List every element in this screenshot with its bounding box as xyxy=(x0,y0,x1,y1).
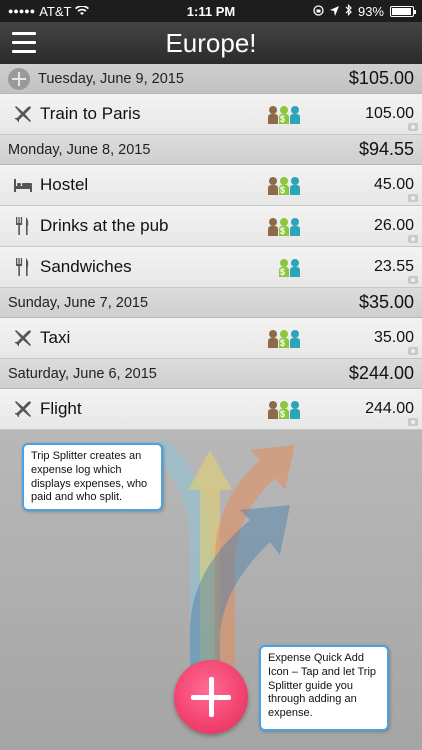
day-header: Tuesday, June 9, 2015 $105.00 xyxy=(0,64,422,94)
menu-icon[interactable] xyxy=(12,32,36,53)
airplane-icon xyxy=(12,103,34,125)
battery-percent: 93% xyxy=(357,3,384,19)
trip-title: Europe! xyxy=(165,27,257,58)
expense-name: Taxi xyxy=(40,328,71,347)
fork-knife-icon xyxy=(12,215,34,237)
camera-icon[interactable] xyxy=(408,347,418,355)
expense-name: Hostel xyxy=(40,175,89,194)
expense-row[interactable]: Train to Paris 105.00 xyxy=(0,94,422,135)
day-header: Sunday, June 7, 2015 $35.00 xyxy=(0,288,422,318)
day-total: $94.55 xyxy=(358,139,414,159)
status-time: 1:11 PM xyxy=(186,3,236,19)
expense-row[interactable]: Flight 244.00 xyxy=(0,389,422,430)
airplane-icon xyxy=(12,327,34,349)
expense-amount: 23.55 xyxy=(373,258,414,275)
add-expense-button[interactable] xyxy=(174,660,248,734)
expense-row[interactable]: Sandwiches 23.55 xyxy=(0,247,422,288)
expense-log-callout: Trip Splitter creates an expense log whi… xyxy=(22,443,163,511)
expense-row[interactable]: Drinks at the pub 26.00 xyxy=(0,206,422,247)
day-total: $35.00 xyxy=(358,292,414,312)
expense-log: Tuesday, June 9, 2015 $105.00 Train to Par… xyxy=(0,64,422,430)
day-date: Saturday, June 6, 2015 xyxy=(8,365,157,382)
expense-row[interactable]: Taxi 35.00 xyxy=(0,318,422,359)
wifi-icon xyxy=(75,4,90,19)
location-icon xyxy=(329,4,339,19)
camera-icon[interactable] xyxy=(408,418,418,426)
expense-amount: 35.00 xyxy=(373,329,414,346)
battery-icon xyxy=(390,5,416,17)
day-date: Monday, June 8, 2015 xyxy=(8,141,151,158)
expense-name: Flight xyxy=(40,399,82,418)
day-total: $244.00 xyxy=(348,363,414,383)
expense-name: Train to Paris xyxy=(40,104,141,123)
participants-icon xyxy=(268,257,328,277)
expense-name: Sandwiches xyxy=(40,257,132,276)
expense-amount: 45.00 xyxy=(373,176,414,193)
day-total: $105.00 xyxy=(348,68,414,88)
day-date: Sunday, June 7, 2015 xyxy=(8,294,149,311)
signal-icon: ●●●●● xyxy=(8,6,36,16)
airplane-icon xyxy=(12,398,34,420)
bed-icon xyxy=(12,174,34,196)
camera-icon[interactable] xyxy=(408,194,418,202)
participants-icon xyxy=(268,104,328,124)
bluetooth-icon xyxy=(345,3,352,19)
expense-amount: 105.00 xyxy=(365,105,414,122)
day-header: Monday, June 8, 2015 $94.55 xyxy=(0,135,422,165)
lock-rotation-icon xyxy=(313,4,324,19)
quick-add-callout: Expense Quick Add Icon – Tap and let Tri… xyxy=(259,645,389,731)
participants-icon xyxy=(268,175,328,195)
fork-knife-icon xyxy=(12,256,34,278)
expense-amount: 26.00 xyxy=(373,217,414,234)
navigation-bar: Europe! xyxy=(0,22,422,64)
camera-icon[interactable] xyxy=(408,123,418,131)
participants-icon xyxy=(268,216,328,236)
camera-icon[interactable] xyxy=(408,235,418,243)
day-date: Tuesday, June 9, 2015 xyxy=(38,70,184,87)
status-bar: ●●●●● AT&T 1:11 PM 93% xyxy=(0,0,422,22)
day-header: Saturday, June 6, 2015 $244.00 xyxy=(0,359,422,389)
camera-icon[interactable] xyxy=(408,276,418,284)
add-day-icon[interactable] xyxy=(8,67,30,90)
participants-icon xyxy=(268,328,328,348)
expense-amount: 244.00 xyxy=(365,400,414,417)
expense-row[interactable]: Hostel 45.00 xyxy=(0,165,422,206)
participants-icon xyxy=(268,399,328,419)
carrier-label: AT&T xyxy=(39,3,72,19)
expense-name: Drinks at the pub xyxy=(40,216,169,235)
